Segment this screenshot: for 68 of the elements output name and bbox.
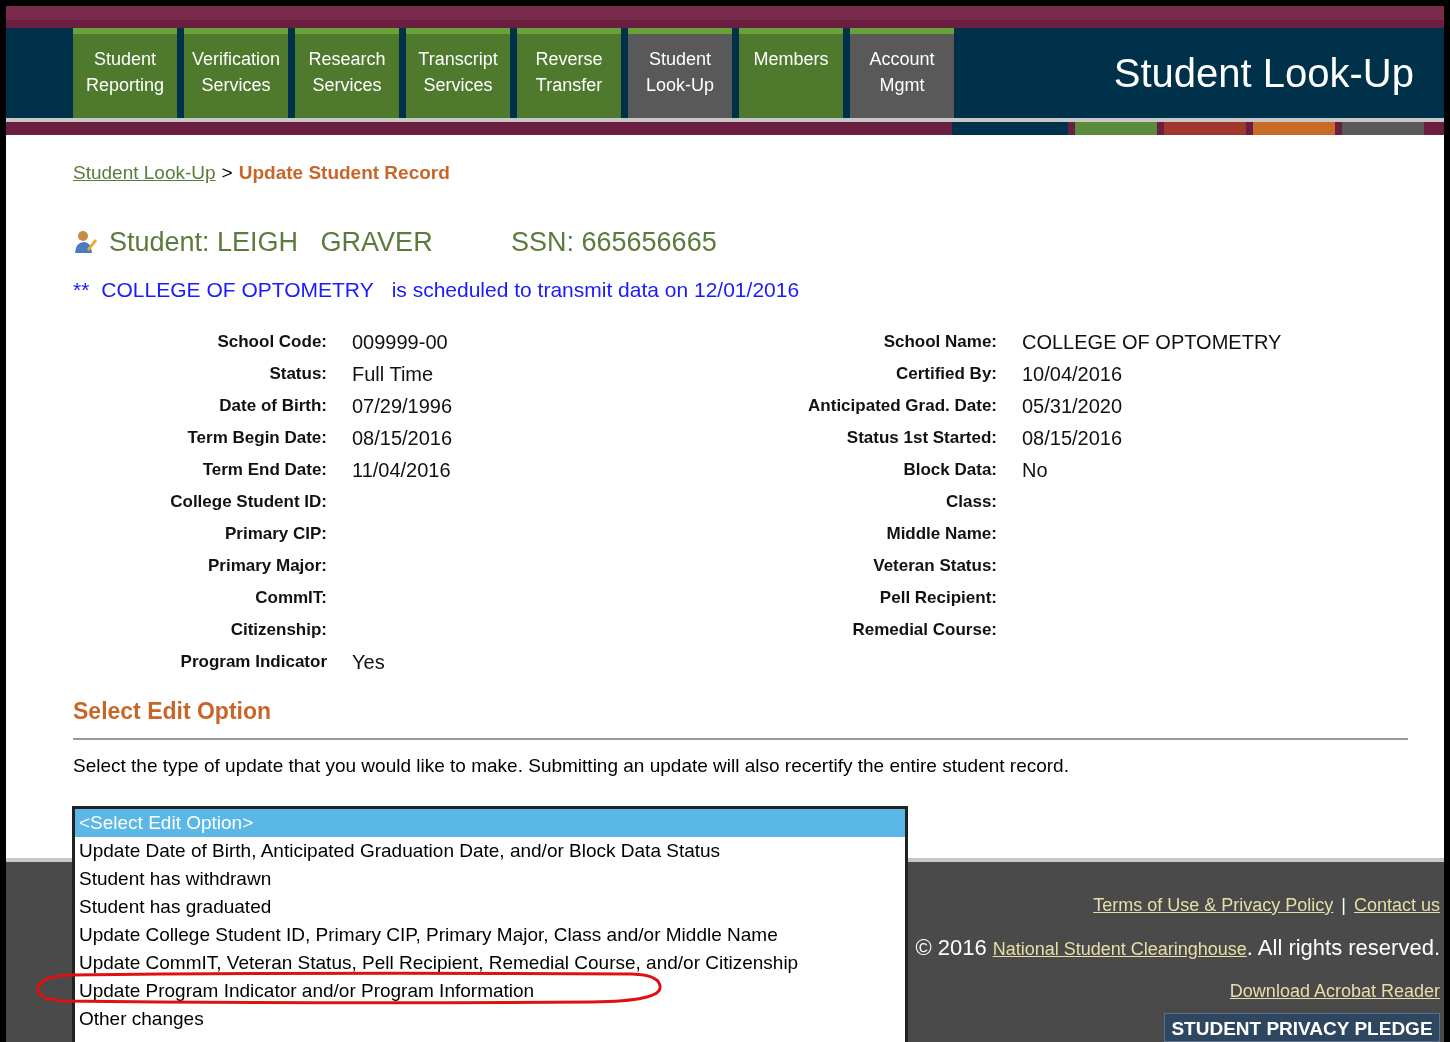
nav-tab[interactable]: Student Reporting xyxy=(73,28,177,118)
list-option[interactable]: Student has withdrawn xyxy=(75,865,905,893)
instruction-text: Select the type of update that you would like to make. Submitting an update will also recertify the entire student record. xyxy=(73,754,1070,778)
field-value: COLLEGE OF OPTOMETRY xyxy=(1022,329,1282,355)
field-label: Veteran Status: xyxy=(872,554,997,577)
nav-tab[interactable]: Members xyxy=(739,28,843,118)
field-label: Term End Date: xyxy=(201,458,327,481)
nav-tab[interactable]: Transcript Services xyxy=(406,28,510,118)
field-value: 05/31/2020 xyxy=(1022,393,1123,419)
organization-link[interactable]: National Student Clearinghouse xyxy=(992,936,1247,963)
terms-link[interactable]: Terms of Use & Privacy Policy xyxy=(1093,892,1334,919)
field-label: Block Data: xyxy=(902,458,997,481)
nav-tab[interactable]: Verification Services xyxy=(184,28,288,118)
field-label: Anticipated Grad. Date: xyxy=(807,394,997,417)
field-value: 009999-00 xyxy=(352,329,448,355)
student-ssn: SSN: 665656665 xyxy=(511,225,717,259)
field-value: Yes xyxy=(352,649,385,675)
field-label: Program Indicator xyxy=(179,650,327,673)
field-label: Status: xyxy=(268,362,327,385)
field-value: 08/15/2016 xyxy=(1022,425,1123,451)
field-value: 08/15/2016 xyxy=(352,425,453,451)
copyright-text: © 2016 xyxy=(915,934,987,962)
field-label: Pell Recipient: xyxy=(878,586,997,609)
field-value: 10/04/2016 xyxy=(1022,361,1123,387)
list-option[interactable]: Other changes xyxy=(75,1005,905,1033)
field-label: Term Begin Date: xyxy=(186,426,327,449)
field-label: Primary Major: xyxy=(206,554,327,577)
field-value: 07/29/1996 xyxy=(352,393,453,419)
student-name: Student: LEIGH GRAVER xyxy=(109,225,434,259)
nav-tab[interactable]: Research Services xyxy=(295,28,399,118)
list-option[interactable]: Update Program Indicator and/or Program Information xyxy=(75,977,905,1005)
field-value: Full Time xyxy=(352,361,434,387)
field-label: Primary CIP: xyxy=(223,522,327,545)
nav-tab[interactable]: Student Look-Up xyxy=(628,28,732,118)
field-label: Remedial Course: xyxy=(851,618,997,641)
field-label: Citizenship: xyxy=(229,618,327,641)
student-icon xyxy=(73,228,97,255)
field-label: Middle Name: xyxy=(885,522,997,545)
list-option[interactable]: Student has graduated xyxy=(75,893,905,921)
field-label: CommIT: xyxy=(254,586,327,609)
pledge-button[interactable]: STUDENT PRIVACY PLEDGE xyxy=(1164,1013,1440,1042)
nav-tab[interactable]: Account Mgmt xyxy=(850,28,954,118)
field-label: Date of Birth: xyxy=(218,394,327,417)
edit-option-list[interactable] xyxy=(72,806,908,1042)
notice-marker: ** xyxy=(73,277,90,303)
acrobat-link[interactable]: Download Acrobat Reader xyxy=(1229,978,1440,1005)
field-label: Class: xyxy=(944,490,997,513)
contact-link[interactable]: Contact us xyxy=(1353,892,1440,919)
breadcrumb-current: Update Student Record xyxy=(238,161,450,185)
list-option[interactable]: Update College Student ID, Primary CIP, Primary Major, Class and/or Middle Name xyxy=(75,921,905,949)
section-heading: Select Edit Option xyxy=(73,696,273,726)
field-label: School Code: xyxy=(216,330,327,353)
nav-tab[interactable]: Reverse Transfer xyxy=(517,28,621,118)
notice-school: COLLEGE OF OPTOMETRY xyxy=(101,277,374,303)
field-label: Status 1st Started: xyxy=(845,426,997,449)
link-divider: | xyxy=(1341,894,1346,917)
field-value: No xyxy=(1022,457,1048,483)
breadcrumb-link[interactable]: Student Look-Up xyxy=(73,159,216,188)
breadcrumb-separator: > xyxy=(221,161,233,185)
list-option[interactable]: Update Date of Birth, Anticipated Graduation Date, and/or Block Data Status xyxy=(75,837,905,865)
field-label: School Name: xyxy=(882,330,997,353)
field-value: 11/04/2016 xyxy=(352,457,451,483)
notice-text: is scheduled to transmit data on 12/01/2016 xyxy=(391,277,800,303)
list-option[interactable]: Update CommIT, Veteran Status, Pell Recipient, Remedial Course, and/or Citizenship xyxy=(75,949,905,977)
page-title: Student Look-Up xyxy=(1113,50,1414,97)
field-label: College Student ID: xyxy=(169,490,327,513)
field-label: Certified By: xyxy=(894,362,997,385)
rights-text: . All rights reserved. xyxy=(1246,934,1440,962)
